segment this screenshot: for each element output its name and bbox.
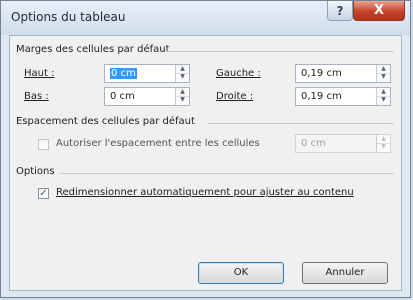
bottom-margin-label: Bas : bbox=[24, 91, 49, 102]
autoresize-label: Redimensionner automatiquement pour ajus… bbox=[56, 187, 354, 198]
left-margin-label: Gauche : bbox=[216, 68, 261, 79]
dialog-body: Marges des cellules par défaut Haut : 0 … bbox=[9, 35, 402, 291]
spacing-checkbox[interactable] bbox=[38, 139, 49, 150]
autoresize-checkbox[interactable]: ✓ bbox=[38, 188, 49, 199]
dialog-title: Options du tableau bbox=[11, 10, 126, 24]
left-margin-value: 0,19 cm bbox=[301, 68, 342, 79]
checkmark-icon: ✓ bbox=[39, 188, 48, 199]
help-button[interactable]: ? bbox=[327, 1, 353, 21]
spacing-value: 0 cm bbox=[301, 138, 326, 149]
ok-button[interactable]: OK bbox=[198, 262, 284, 284]
title-bar[interactable]: Options du tableau ? X bbox=[1, 1, 410, 35]
right-margin-value: 0,19 cm bbox=[301, 91, 342, 102]
cancel-button[interactable]: Annuler bbox=[302, 262, 388, 284]
right-margin-field[interactable]: 0,19 cm ▲ ▼ bbox=[295, 87, 391, 106]
spin-down-icon[interactable]: ▼ bbox=[176, 73, 189, 81]
spacing-field[interactable]: 0 cm ▲ ▼ bbox=[295, 134, 391, 153]
right-margin-spinner[interactable]: ▲ ▼ bbox=[376, 88, 390, 105]
bottom-margin-spinner[interactable]: ▲ ▼ bbox=[175, 88, 189, 105]
spacing-spinner[interactable]: ▲ ▼ bbox=[376, 135, 390, 152]
bottom-margin-value: 0 cm bbox=[110, 91, 135, 102]
left-margin-field[interactable]: 0,19 cm ▲ ▼ bbox=[295, 64, 391, 83]
spacing-divider bbox=[208, 123, 394, 124]
spin-down-icon[interactable]: ▼ bbox=[377, 143, 390, 151]
close-button[interactable]: X bbox=[353, 1, 405, 21]
spacing-checkbox-label: Autoriser l'espacement entre les cellule… bbox=[56, 138, 260, 149]
spacing-heading: Espacement des cellules par défaut bbox=[16, 116, 195, 127]
left-margin-spinner[interactable]: ▲ ▼ bbox=[376, 65, 390, 82]
autoresize-label-text: Redimensionner automatiquement pour ajus… bbox=[56, 187, 354, 198]
table-options-dialog: Options du tableau ? X Marges des cellul… bbox=[0, 0, 411, 298]
bottom-margin-field[interactable]: 0 cm ▲ ▼ bbox=[104, 87, 190, 106]
right-margin-label: Droite : bbox=[216, 91, 254, 102]
help-icon: ? bbox=[336, 4, 344, 18]
spin-down-icon[interactable]: ▼ bbox=[176, 96, 189, 104]
top-margin-value: 0 cm bbox=[110, 68, 137, 79]
top-margin-field[interactable]: 0 cm ▲ ▼ bbox=[104, 64, 190, 83]
spin-down-icon[interactable]: ▼ bbox=[377, 73, 390, 81]
options-divider bbox=[60, 173, 394, 174]
options-heading: Options bbox=[16, 166, 55, 177]
close-icon: X bbox=[373, 3, 385, 18]
margins-divider bbox=[166, 51, 394, 52]
margins-heading: Marges des cellules par défaut bbox=[16, 44, 170, 55]
top-margin-label: Haut : bbox=[24, 68, 55, 79]
spin-down-icon[interactable]: ▼ bbox=[377, 96, 390, 104]
top-margin-spinner[interactable]: ▲ ▼ bbox=[175, 65, 189, 82]
